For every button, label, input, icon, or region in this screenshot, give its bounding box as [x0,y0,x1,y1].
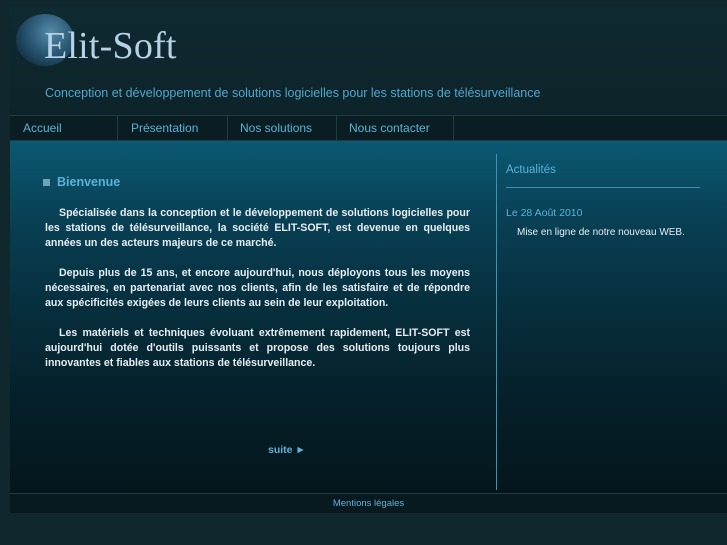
innovation-paragraph: Les matériels et techniques évoluant ext… [45,327,470,369]
more-link[interactable]: suite ► [268,444,306,456]
nav-item-contact[interactable]: Nous contacter [337,116,454,140]
nav-item-solutions[interactable]: Nos solutions [228,116,337,140]
square-bullet-icon [43,178,50,186]
welcome-heading: Bienvenue [43,175,120,189]
main-nav: Accueil Présentation Nos solutions Nous … [10,115,727,141]
site-tagline: Conception et développement de solutions… [45,86,541,100]
news-item-text: Mise en ligne de notre nouveau WEB. [517,227,685,238]
nav-item-presentation[interactable]: Présentation [118,116,228,140]
content-area [10,141,727,493]
site-logo[interactable]: Elit-Soft [44,24,177,68]
footer: Mentions légales [10,493,727,513]
news-divider [506,187,700,188]
legal-notice-link[interactable]: Mentions légales [333,498,404,509]
column-divider [496,154,497,490]
nav-item-accueil[interactable]: Accueil [10,116,118,140]
intro-paragraph: Spécialisée dans la conception et le dév… [45,207,470,249]
experience-paragraph: Depuis plus de 15 ans, et encore aujourd… [45,267,470,309]
news-date: Le 28 Août 2010 [506,207,583,219]
welcome-heading-text: Bienvenue [57,175,121,189]
news-heading: Actualités [506,164,556,176]
